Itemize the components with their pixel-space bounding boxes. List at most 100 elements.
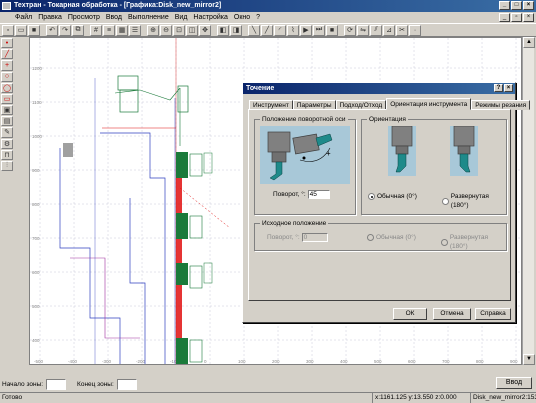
help-button[interactable]: Справка [475,308,511,320]
menu-display[interactable]: Вид [172,12,191,23]
initial-group-label: Исходное положение [260,219,329,228]
tool-outline [117,75,139,91]
mdi-close-button[interactable]: × [523,13,534,22]
menu-input[interactable]: Ввод [103,12,125,23]
x-tick-label: -300 [102,359,112,364]
y-tick-label: 1000 [32,134,43,139]
open-folder-icon[interactable]: ▭ [15,24,27,36]
zoom-fit-icon[interactable]: ◫ [186,24,198,36]
cut-region [176,158,182,358]
layers-icon[interactable]: ≡ [103,24,115,36]
turning-dialog: Точение ? × Инструмент Параметры Подход/… [242,82,531,323]
menu-view[interactable]: Просмотр [65,12,103,23]
app-icon[interactable] [2,2,11,10]
blank-tool-icon[interactable]: ▤ [1,116,13,127]
view-top-icon[interactable]: ◨ [230,24,242,36]
rotation-input[interactable]: 45 [307,190,330,199]
pan-icon[interactable]: ✥ [199,24,211,36]
menu-run[interactable]: Выполнение [125,12,172,23]
menu-edit[interactable]: Правка [35,12,65,23]
point-tool-icon[interactable]: • [1,38,13,49]
new-file-icon[interactable]: ▫ [2,24,14,36]
tool-rotate-icon[interactable]: ⟳ [344,24,356,36]
zone-start-label: Начало зоны: [2,380,44,388]
x-tick-label: 0 [204,359,207,364]
tool-outline [189,153,203,177]
tool-select-icon[interactable]: ╲ [248,24,260,36]
menu-window[interactable]: Окно [231,12,253,23]
tool-outline [189,215,203,239]
redo-icon[interactable]: ↷ [59,24,71,36]
status-text: Готово [2,394,23,401]
vertical-scrollbar[interactable]: ▲ ▼ [522,37,535,365]
mdi-restore-button[interactable]: ▫ [511,13,522,22]
workpiece-tool-icon[interactable]: ▣ [1,105,13,116]
menu-help[interactable]: ? [253,12,263,23]
ray-tool-icon[interactable]: + [1,60,13,71]
save-icon[interactable]: ■ [28,24,40,36]
tool-point-icon[interactable]: · [409,24,421,36]
cutter-tool-icon[interactable]: ✎ [1,127,13,138]
circle2-tool-icon[interactable]: ◯ [1,82,13,93]
enter-button[interactable]: Ввод [496,377,532,389]
dialog-title: Точение [246,85,275,92]
menu-settings[interactable]: Настройка [190,12,230,23]
zone-start-input[interactable] [46,378,67,390]
tool-step-icon[interactable]: ⏭ [313,24,325,36]
tool-sim-icon[interactable]: ▶ [300,24,312,36]
turn-tool-icon[interactable]: ⚙ [1,138,13,149]
circle-tool-icon[interactable]: ○ [1,71,13,82]
initial-normal-radio[interactable] [367,234,374,241]
scroll-up-icon[interactable]: ▲ [523,37,535,48]
dialog-help-button[interactable]: ? [494,84,503,92]
ok-button[interactable]: ОК [393,308,427,320]
zoom-out-icon[interactable]: ⊖ [160,24,172,36]
tab-tool-orientation[interactable]: Ориентация инструмента [386,98,472,110]
tool-measure-icon[interactable]: ⊿ [383,24,395,36]
minimize-button[interactable]: _ [499,1,510,10]
contour-tool-icon[interactable]: ▭ [1,93,13,105]
tool-cut-icon[interactable]: ✂ [396,24,408,36]
zoom-window-icon[interactable]: ⊡ [173,24,185,36]
tool-line-icon[interactable]: ╱ [261,24,273,36]
line-tool-icon[interactable]: ╱ [1,49,13,60]
orientation-normal-radio[interactable] [368,193,375,200]
mdi-minimize-button[interactable]: _ [499,13,510,22]
tool-mirror-icon[interactable]: ⇋ [357,24,369,36]
tool-arc-icon[interactable]: ◜ [274,24,286,36]
view-front-icon[interactable]: ◧ [217,24,229,36]
zone-end-input[interactable] [116,378,137,390]
zone-end-label: Конец зоны: [77,380,114,388]
initial-reversed-radio[interactable] [441,238,448,246]
scroll-down-icon[interactable]: ▼ [523,354,535,365]
zoom-in-icon[interactable]: ⊕ [147,24,159,36]
chuck-block [63,143,73,157]
copy-icon[interactable]: ⧉ [72,24,84,36]
initial-position-group: Исходное положение Поворот, °: 0 Обычная… [254,219,507,251]
undo-icon[interactable]: ↶ [46,24,58,36]
table-icon[interactable]: ▦ [116,24,128,36]
tool-path-icon[interactable]: ⌇ [287,24,299,36]
groove-tool-icon[interactable]: ⊓ [1,149,13,160]
initial-rotation-input[interactable]: 0 [301,233,328,242]
y-tick-label: 600 [32,270,40,275]
thread-tool-icon[interactable]: ⫶ [1,160,13,172]
dialog-close-button[interactable]: × [504,84,513,92]
x-tick-label: 500 [374,359,382,364]
axis-group-label: Положение поворотной оси [260,115,348,124]
dialog-title-bar: Точение ? × [243,83,515,94]
y-tick-label: 1200 [32,66,43,71]
orientation-reversed-radio[interactable] [442,197,449,205]
rotation-label: Поворот, °: [273,191,306,198]
orientation-normal-label: Обычная (0°) [377,193,417,200]
maximize-button[interactable]: □ [511,1,522,10]
tool-offset-icon[interactable]: ⫽ [370,24,382,36]
tool-stop-icon[interactable]: ■ [326,24,338,36]
grid-icon[interactable]: # [90,24,102,36]
y-tick-label: 800 [32,202,40,207]
list-icon[interactable]: ☰ [129,24,141,36]
menu-file[interactable]: Файл [12,12,35,23]
close-button[interactable]: × [523,1,534,10]
rotation-illustration: + [260,126,350,184]
cancel-button[interactable]: Отмена [433,308,471,320]
